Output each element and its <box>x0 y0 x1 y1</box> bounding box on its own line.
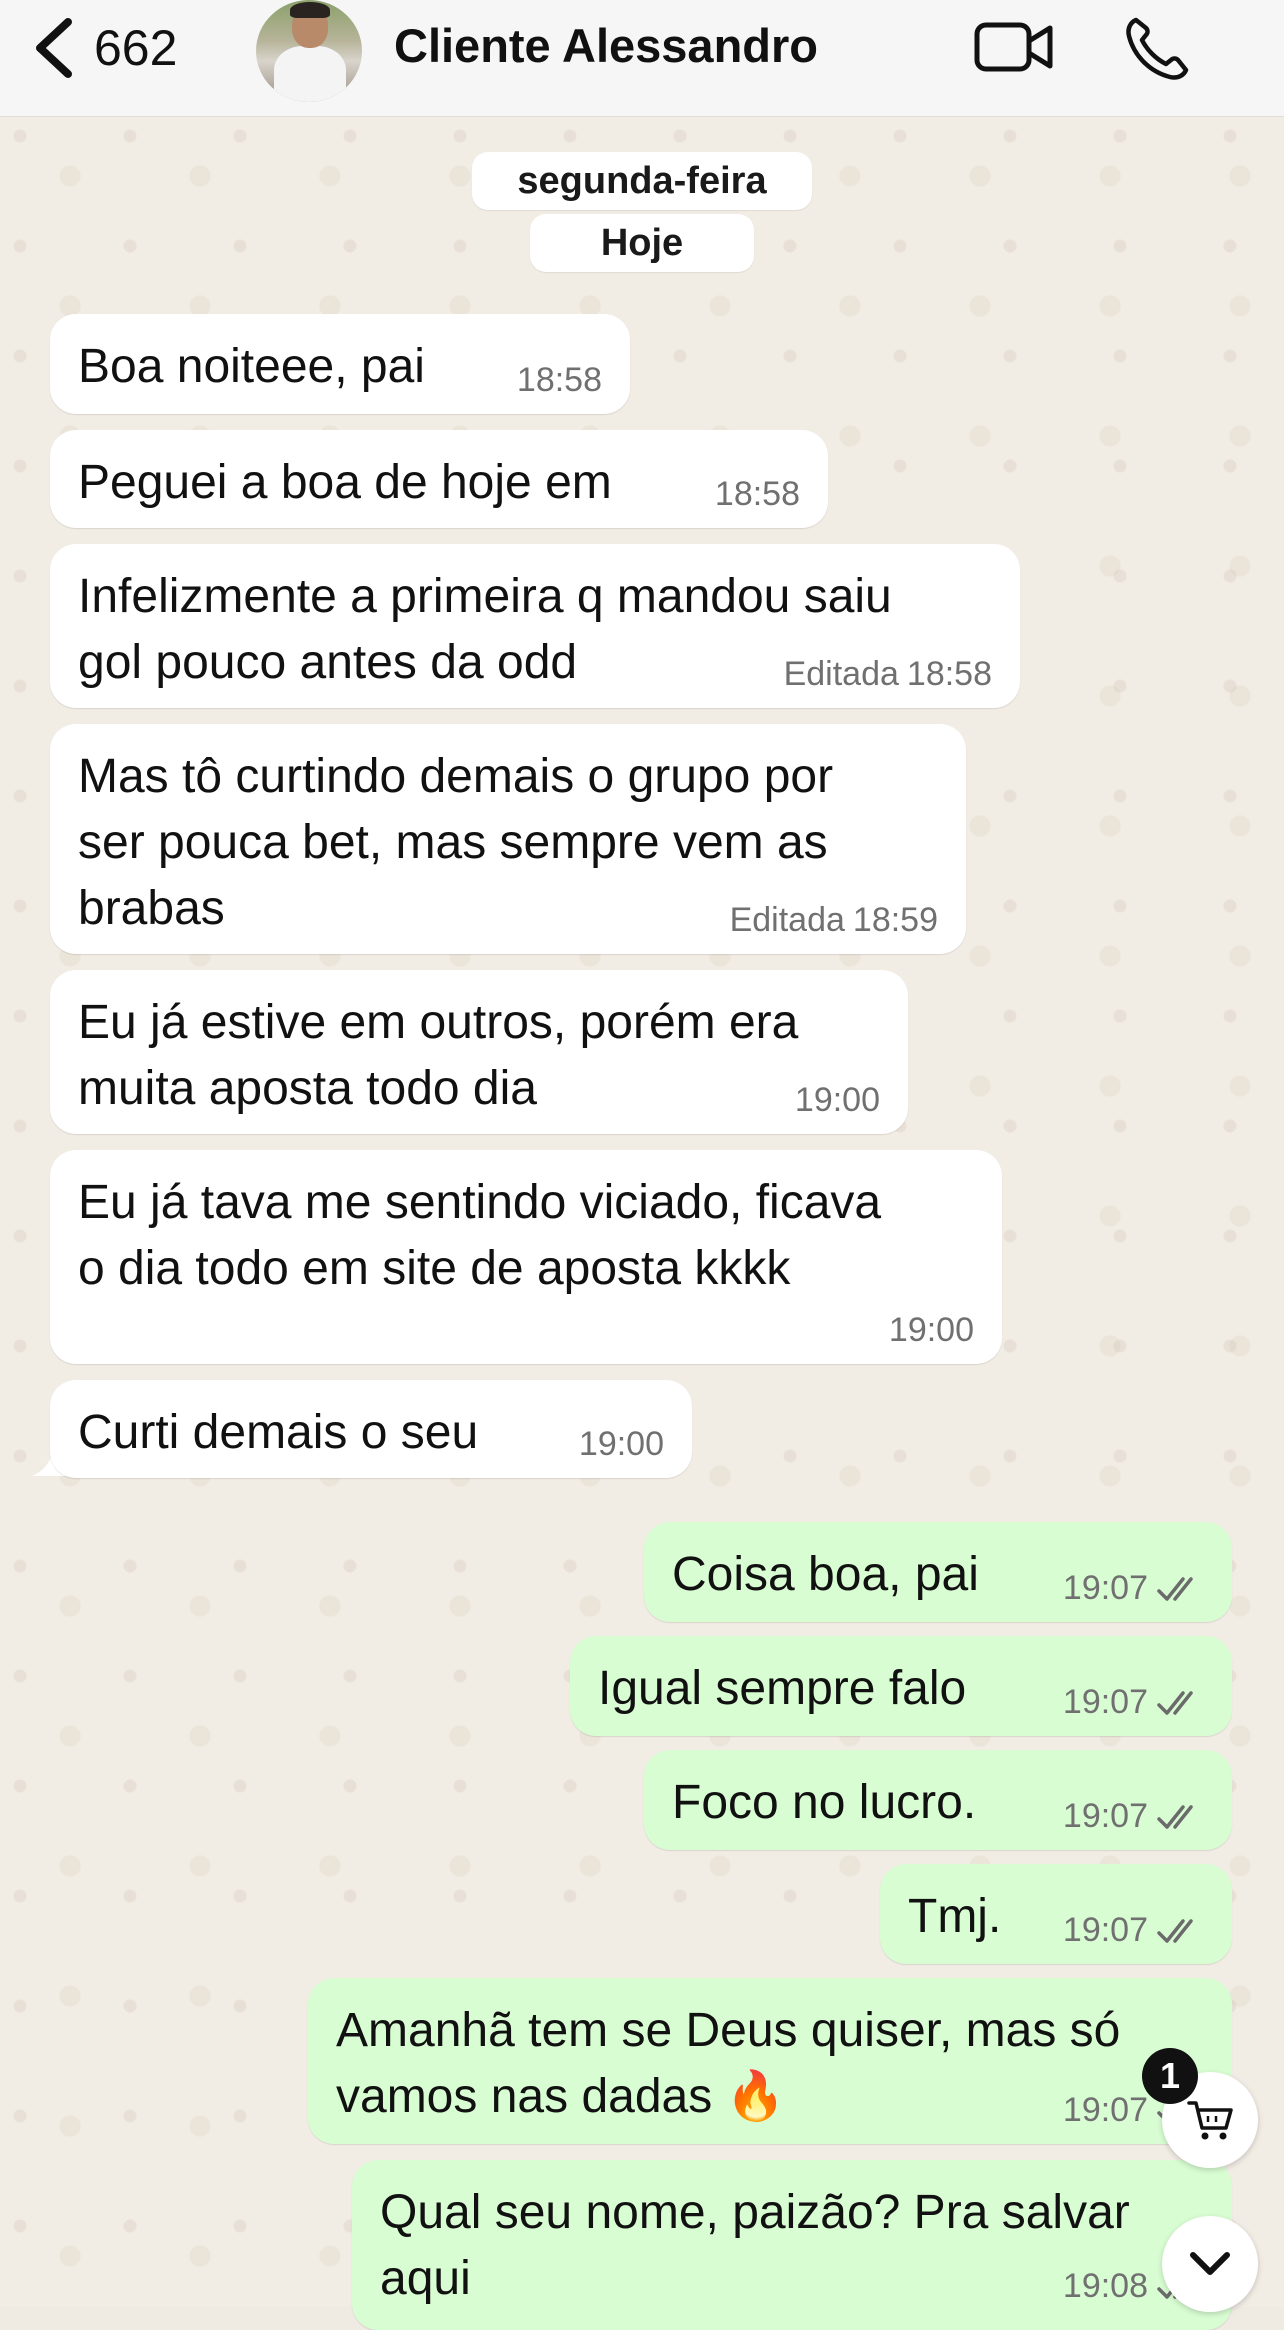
message-bubble-incoming[interactable]: Peguei a boa de hoje em 18:58 <box>50 430 828 528</box>
message-bubble-incoming[interactable]: Boa noiteee, pai 18:58 <box>50 314 630 414</box>
double-check-icon <box>1156 1802 1204 1832</box>
date-separator-today: Hoje <box>530 214 754 272</box>
message-time: 19:07 <box>1062 1911 1148 1949</box>
video-camera-icon <box>974 22 1053 72</box>
message-meta: 18:58 <box>517 361 602 400</box>
back-button[interactable]: 662 <box>30 12 177 84</box>
chevron-down-icon <box>1190 2252 1230 2275</box>
unread-count: 662 <box>94 20 178 76</box>
message-time: 18:58 <box>714 475 800 513</box>
message-meta: 19:07 <box>1063 1683 1204 1722</box>
message-time: 19:07 <box>1062 1569 1148 1607</box>
message-bubble-outgoing[interactable]: Qual seu nome, paizão? Pra salvar aqui 1… <box>352 2160 1232 2330</box>
edited-label: Editada <box>783 655 899 693</box>
message-time: 18:58 <box>516 361 602 399</box>
message-bubble-outgoing[interactable]: Amanhã tem se Deus quiser, mas só vamos … <box>308 1978 1232 2144</box>
message-meta: Editada 18:58 <box>784 655 992 694</box>
video-call-button[interactable] <box>974 14 1054 80</box>
message-text: Peguei a boa de hoje em <box>78 456 612 509</box>
cart-count-badge: 1 <box>1142 2048 1198 2104</box>
message-bubble-outgoing[interactable]: Coisa boa, pai 19:07 <box>644 1522 1232 1622</box>
message-time: 19:07 <box>1062 1683 1148 1721</box>
message-bubble-incoming[interactable]: Infelizmente a primeira q mandou saiu go… <box>50 544 1020 708</box>
scroll-to-bottom-button[interactable] <box>1162 2216 1258 2312</box>
message-meta: 18:58 <box>715 475 800 514</box>
message-meta: Editada 18:59 <box>730 901 938 940</box>
message-bubble-outgoing[interactable]: Igual sempre falo 19:07 <box>570 1636 1232 1736</box>
message-time: 19:00 <box>888 1311 974 1349</box>
message-text: Curti demais o seu <box>78 1406 479 1459</box>
double-check-icon <box>1156 1688 1204 1718</box>
message-time: 19:08 <box>1062 2267 1148 2305</box>
message-bubble-outgoing[interactable]: Foco no lucro. 19:07 <box>644 1750 1232 1850</box>
message-meta: 19:00 <box>579 1425 664 1464</box>
date-separator-weekday: segunda-feira <box>472 152 812 210</box>
contact-avatar[interactable] <box>256 0 362 102</box>
chevron-left-icon <box>36 18 72 78</box>
message-text: Eu já tava me sentindo viciado, ficava o… <box>78 1176 882 1295</box>
message-meta: 19:07 <box>1063 1569 1204 1608</box>
edited-label: Editada <box>729 901 845 939</box>
message-time: 18:58 <box>906 655 992 693</box>
contact-name[interactable]: Cliente Alessandro <box>394 18 818 73</box>
double-check-icon <box>1156 1574 1204 1604</box>
double-check-icon <box>1156 1916 1204 1946</box>
message-bubble-incoming[interactable]: Mas tô curtindo demais o grupo por ser p… <box>50 724 966 954</box>
message-bubble-outgoing[interactable]: Tmj. 19:07 <box>880 1864 1232 1964</box>
message-bubble-incoming[interactable]: Eu já estive em outros, porém era muita … <box>50 970 908 1134</box>
message-meta: 19:00 <box>795 1081 880 1120</box>
shopping-cart-icon <box>1187 2101 1233 2140</box>
message-time: 19:07 <box>1062 2091 1148 2129</box>
message-bubble-incoming[interactable]: Eu já tava me sentindo viciado, ficava o… <box>50 1150 1002 1364</box>
message-text: Eu já estive em outros, porém era muita … <box>78 996 799 1115</box>
voice-call-button[interactable] <box>1122 14 1192 84</box>
message-meta: 19:07 <box>1063 1797 1204 1836</box>
message-bubble-incoming[interactable]: Curti demais o seu 19:00 <box>50 1380 692 1478</box>
phone-icon <box>1126 17 1189 80</box>
message-time: 19:00 <box>578 1425 664 1463</box>
message-time: 19:00 <box>794 1081 880 1119</box>
message-meta: 19:07 <box>1063 1911 1204 1950</box>
message-meta: 19:00 <box>889 1311 974 1350</box>
message-time: 19:07 <box>1062 1797 1148 1835</box>
chat-header: 662 Cliente Alessandro <box>0 0 1284 117</box>
message-time: 18:59 <box>852 901 938 939</box>
